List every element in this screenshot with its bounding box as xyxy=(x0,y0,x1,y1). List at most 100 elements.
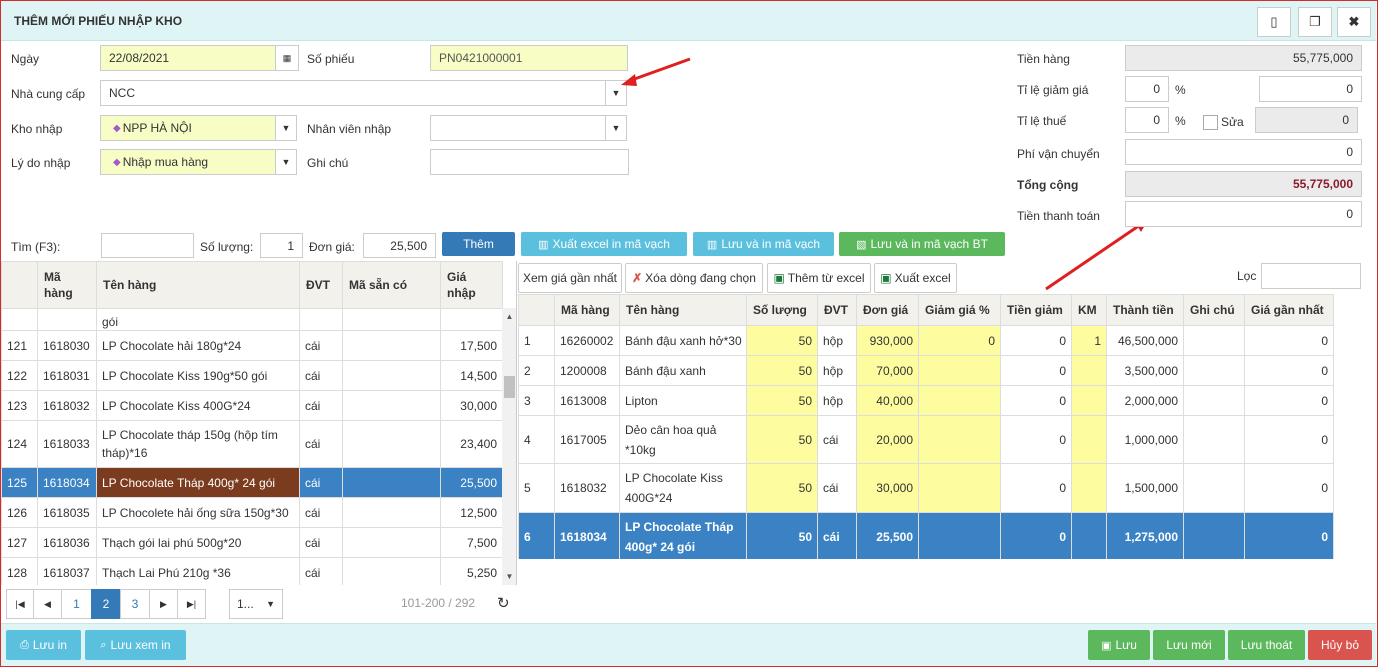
col-gia-gan-nhat[interactable]: Giá gần nhất xyxy=(1244,294,1334,326)
cell-gg[interactable] xyxy=(918,385,1001,416)
ghichu-input[interactable] xyxy=(430,149,629,175)
cell-gc[interactable] xyxy=(1183,355,1245,386)
scrollbar-thumb[interactable] xyxy=(504,376,515,398)
table-row[interactable]: gói xyxy=(1,308,503,331)
cell-km[interactable] xyxy=(1071,415,1107,464)
sua-checkbox[interactable] xyxy=(1203,115,1218,130)
col-ten-hang[interactable]: Tên hàng xyxy=(96,261,300,309)
cell-km[interactable] xyxy=(1071,385,1107,416)
cell-sl[interactable]: 50 xyxy=(746,463,818,513)
thanh-toan-input[interactable]: 0 xyxy=(1125,201,1362,227)
tim-input[interactable] xyxy=(101,233,194,258)
cell-dg[interactable]: 25,500 xyxy=(856,512,919,559)
cell-gg[interactable] xyxy=(918,415,1001,464)
col-thanh-tien[interactable]: Thành tiền xyxy=(1106,294,1184,326)
col-so-luong[interactable]: Số lượng xyxy=(746,294,818,326)
cell-dg[interactable]: 20,000 xyxy=(856,415,919,464)
table-row[interactable]: 122 1618031 LP Chocolate Kiss 190g*50 gói c… xyxy=(1,360,503,391)
loc-input[interactable] xyxy=(1261,263,1361,289)
page-size-select[interactable]: 1... ▼ xyxy=(229,589,283,619)
xem-gia-button[interactable]: Xem giá gần nhất xyxy=(518,263,622,293)
them-excel-button[interactable]: ▣ Thêm từ excel xyxy=(767,263,871,293)
table-row[interactable]: 5 1618032 LP Chocolate Kiss 400G*24 50 cái 30… xyxy=(518,463,1334,513)
restore-button[interactable]: ❐ xyxy=(1298,7,1332,37)
cell-gg[interactable] xyxy=(918,355,1001,386)
table-row[interactable]: 4 1617005 Dẻo cân hoa quả *10kg 50 cái 20,000… xyxy=(518,415,1334,464)
huy-bo-button[interactable]: Hủy bỏ xyxy=(1308,630,1372,660)
first-page-button[interactable]: |◀ xyxy=(6,589,34,619)
cell-sl[interactable]: 50 xyxy=(746,385,818,416)
col-km[interactable]: KM xyxy=(1071,294,1107,326)
giam-gia-pct-input[interactable]: 0 xyxy=(1125,76,1169,102)
luu-moi-button[interactable]: Lưu mới xyxy=(1153,630,1225,660)
nv-dropdown-arrow[interactable]: ▼ xyxy=(605,115,627,141)
xuat-ma-vach-button[interactable]: ▥ Xuất excel in mã vạch xyxy=(521,232,687,256)
page-2-button[interactable]: 2 xyxy=(91,589,121,619)
col-gia-nhap[interactable]: Giá nhập xyxy=(440,261,503,309)
col-don-gia[interactable]: Đơn giá xyxy=(856,294,919,326)
scrollbar[interactable]: ▲ ▼ xyxy=(502,308,516,585)
nv-select[interactable] xyxy=(430,115,606,141)
cell-km[interactable] xyxy=(1071,355,1107,386)
table-row[interactable]: 128 1618037 Thạch Lai Phú 210g *36 cái 5,250 xyxy=(1,557,503,585)
col-ten-hang[interactable]: Tên hàng xyxy=(619,294,747,326)
cell-gc[interactable] xyxy=(1183,325,1245,356)
cell-gg[interactable] xyxy=(918,512,1001,559)
cell-km[interactable] xyxy=(1071,463,1107,513)
cell-gc[interactable] xyxy=(1183,463,1245,513)
next-page-button[interactable]: ▶ xyxy=(149,589,178,619)
luu-button[interactable]: ▣ Lưu xyxy=(1088,630,1150,660)
col-dvt[interactable]: ĐVT xyxy=(817,294,857,326)
ncc-select[interactable]: NCC xyxy=(100,80,606,106)
cell-dg[interactable]: 930,000 xyxy=(856,325,919,356)
lydo-dropdown-arrow[interactable]: ▼ xyxy=(275,149,297,175)
cell-dg[interactable]: 30,000 xyxy=(856,463,919,513)
calendar-button[interactable]: ▦ xyxy=(275,45,299,71)
page-3-button[interactable]: 3 xyxy=(120,589,150,619)
table-row[interactable]: 126 1618035 LP Chocolete hải ống sữa 150g*… xyxy=(1,497,503,528)
xoa-dong-button[interactable]: ✗ Xóa dòng đang chọn xyxy=(625,263,763,293)
document-button[interactable]: ▯ xyxy=(1257,7,1291,37)
table-row[interactable]: 121 1618030 LP Chocolate hải 180g*24 cái 17,… xyxy=(1,330,503,361)
table-row[interactable]: 123 1618032 LP Chocolate Kiss 400G*24 cái 30… xyxy=(1,390,503,421)
cell-sl[interactable]: 50 xyxy=(746,415,818,464)
ngay-input[interactable]: 22/08/2021 xyxy=(100,45,276,71)
table-row[interactable]: 1 16260002 Bánh đậu xanh hở*30 50 hộp 930,000… xyxy=(518,325,1334,356)
lydo-select[interactable]: ◆ Nhập mua hàng xyxy=(100,149,276,175)
scroll-up-icon[interactable]: ▲ xyxy=(502,312,516,321)
giam-gia-value-input[interactable]: 0 xyxy=(1259,76,1362,102)
luu-in-button[interactable]: ⎙ Lưu in xyxy=(6,630,81,660)
dg-input[interactable]: 25,500 xyxy=(363,233,436,258)
thue-pct-input[interactable]: 0 xyxy=(1125,107,1169,133)
table-row-selected[interactable]: 6 1618034 LP Chocolate Tháp 400g* 24 gói 50… xyxy=(518,512,1334,559)
luu-ma-vach-button[interactable]: ▥ Lưu và in mã vạch xyxy=(693,232,834,256)
col-ghi-chu[interactable]: Ghi chú xyxy=(1183,294,1245,326)
xuat-excel-button[interactable]: ▣ Xuất excel xyxy=(874,263,957,293)
kho-select[interactable]: ◆ NPP HÀ NỘI xyxy=(100,115,276,141)
col-tien-giam[interactable]: Tiền giảm xyxy=(1000,294,1072,326)
prev-page-button[interactable]: ◀ xyxy=(33,589,62,619)
refresh-icon[interactable]: ↻ xyxy=(497,594,510,612)
cell-gc[interactable] xyxy=(1183,415,1245,464)
col-ma-hang[interactable]: Mã hàng xyxy=(554,294,620,326)
cell-sl[interactable]: 50 xyxy=(746,325,818,356)
kho-dropdown-arrow[interactable]: ▼ xyxy=(275,115,297,141)
cell-km[interactable] xyxy=(1071,512,1107,559)
cell-sl[interactable]: 50 xyxy=(746,355,818,386)
scroll-down-icon[interactable]: ▼ xyxy=(502,572,516,581)
cell-sl[interactable]: 50 xyxy=(746,512,818,559)
cell-gg[interactable] xyxy=(918,463,1001,513)
cell-gc[interactable] xyxy=(1183,385,1245,416)
table-row-selected[interactable]: 125 1618034 LP Chocolate Tháp 400g* 24 gói… xyxy=(1,467,503,498)
ship-input[interactable]: 0 xyxy=(1125,139,1362,165)
luu-xem-in-button[interactable]: ⌕ Lưu xem in xyxy=(85,630,186,660)
cell-km[interactable]: 1 xyxy=(1071,325,1107,356)
page-1-button[interactable]: 1 xyxy=(61,589,92,619)
sl-input[interactable]: 1 xyxy=(260,233,303,258)
col-ma-hang[interactable]: Mã hàng xyxy=(37,261,97,309)
close-button[interactable]: ✖ xyxy=(1337,7,1371,37)
them-button[interactable]: Thêm xyxy=(442,232,515,256)
last-page-button[interactable]: ▶| xyxy=(177,589,206,619)
table-row[interactable]: 124 1618033 LP Chocolate tháp 150g (hộp tí… xyxy=(1,420,503,468)
cell-dg[interactable]: 70,000 xyxy=(856,355,919,386)
